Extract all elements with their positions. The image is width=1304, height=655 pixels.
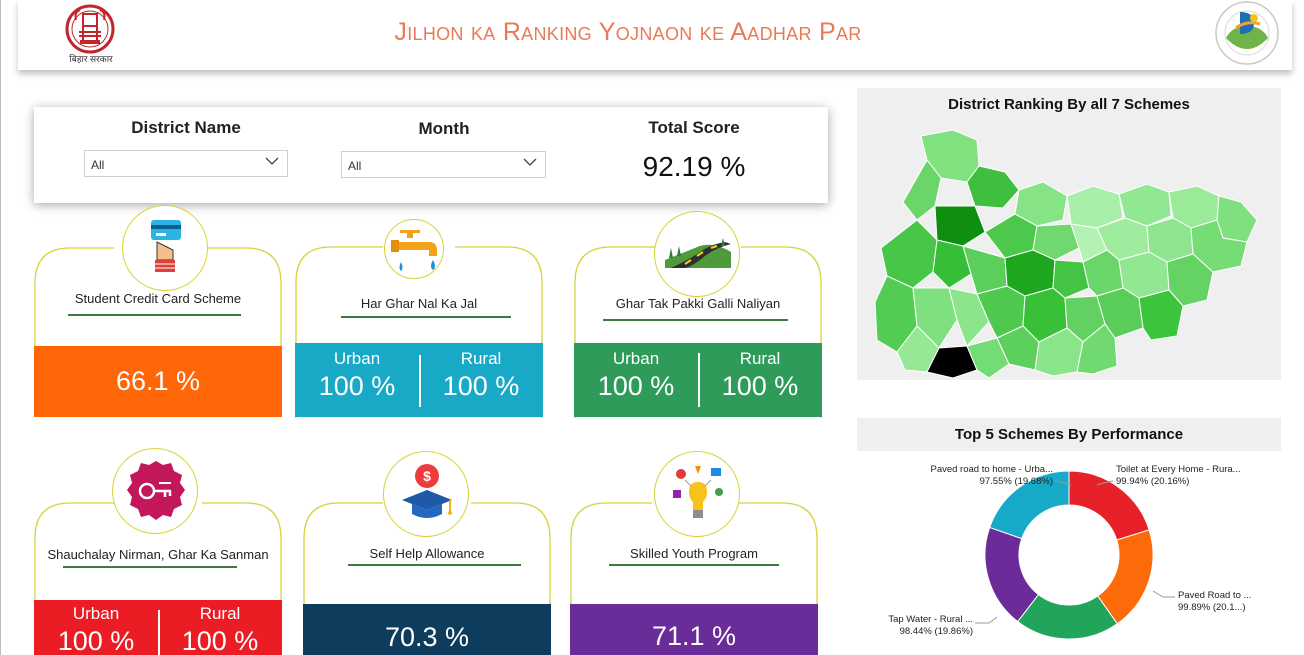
urban-value: 100 %	[318, 371, 396, 401]
emblem-caption: बिहार सरकार	[69, 54, 113, 64]
month-filter-label: Month	[418, 119, 470, 138]
card-title: Skilled Youth Program	[630, 546, 758, 561]
pie-label-name: Tap Water - Rural ...	[888, 614, 973, 625]
card-title: Har Ghar Nal Ka Jal	[360, 296, 478, 311]
district-map[interactable]	[857, 116, 1281, 380]
card-value: 70.3 %	[384, 622, 470, 652]
district-region	[962, 245, 1008, 295]
pie-label-detail: 98.44% (19.86%)	[899, 626, 973, 637]
total-score-label: Total Score	[648, 118, 740, 137]
district-filter-label: District Name	[131, 118, 241, 137]
pie-label-detail: 99.94% (20.16%)	[1116, 476, 1190, 487]
pie-label-name: Toilet at Every Home - Rura...	[1116, 464, 1241, 475]
month-dropdown-value: All	[348, 159, 362, 173]
urban-cell: Urban 100 %	[34, 604, 158, 655]
credit-card-icon	[122, 205, 208, 291]
urban-value: 100 %	[57, 626, 135, 655]
rural-cell: Rural 100 %	[698, 349, 822, 402]
district-region	[934, 205, 986, 247]
urban-label: Urban	[333, 349, 381, 368]
card-self-help[interactable]: $ Self Help Allowance 70.3 %	[303, 448, 551, 655]
value-band: Urban 100 % Rural 100 %	[34, 600, 282, 655]
urban-cell: Urban 100 %	[295, 349, 419, 402]
filters-card: District Name All Month All Total Score …	[34, 107, 828, 203]
card-pakki-galli[interactable]: Ghar Tak Pakki Galli Naliyan Urban 100 %…	[574, 211, 822, 418]
card-title: Shauchalay Nirman, Ghar Ka Sanman	[47, 547, 269, 562]
page-title: Jilhon ka Ranking Yojnaon ke Aadhar Par	[394, 18, 862, 46]
district-dropdown[interactable]: All	[84, 150, 288, 177]
card-value: 66.1 %	[115, 366, 201, 396]
rural-value: 100 %	[181, 626, 259, 655]
key-badge-icon	[112, 448, 198, 534]
dashboard: बिहार सरकार Jilhon ka Ranking Yojnaon ke…	[0, 0, 1304, 655]
total-score-value: 92.19 %	[642, 151, 746, 182]
value-band: 71.1 %	[570, 604, 818, 655]
map-title: District Ranking By all 7 Schemes	[948, 96, 1190, 113]
pie-panel: Paved road to home - Urba... 97.55% (19.…	[857, 451, 1281, 655]
left-border	[0, 0, 1, 655]
header-bar: बिहार सरकार Jilhon ka Ranking Yojnaon ke…	[18, 0, 1292, 70]
rural-cell: Rural 100 %	[419, 349, 543, 402]
urban-label: Urban	[72, 604, 120, 623]
title-underline	[348, 564, 521, 566]
district-dropdown-value: All	[91, 158, 105, 172]
svg-text:$: $	[423, 468, 431, 484]
pie-label-detail: 99.89% (20.1...)	[1178, 602, 1246, 613]
bihar-vikas-mission-logo	[1215, 1, 1279, 65]
rural-value: 100 %	[442, 371, 520, 401]
water-tap-icon	[384, 219, 444, 279]
pie-label-tap-water: Tap Water - Rural ... 98.44% (19.86%)	[871, 614, 973, 638]
title-underline	[63, 566, 237, 568]
pie-label-detail: 97.55% (19.68%)	[979, 476, 1053, 487]
rural-label: Rural	[460, 349, 502, 368]
card-student-credit[interactable]: Student Credit Card Scheme 66.1 %	[34, 205, 282, 417]
rural-cell: Rural 100 %	[158, 604, 282, 655]
title-underline	[603, 319, 788, 321]
urban-value: 100 %	[597, 371, 675, 401]
graduation-money-icon: $	[383, 451, 469, 537]
card-har-ghar-nal[interactable]: Har Ghar Nal Ka Jal Urban 100 % Rural 10…	[295, 219, 543, 418]
card-title: Ghar Tak Pakki Galli Naliyan	[615, 296, 781, 311]
rural-label: Rural	[739, 349, 781, 368]
month-dropdown[interactable]: All	[341, 151, 546, 178]
value-band: 66.1 %	[34, 346, 282, 417]
district-region	[1216, 195, 1258, 243]
card-title: Self Help Allowance	[369, 546, 485, 561]
rural-label: Rural	[199, 604, 241, 623]
rural-value: 100 %	[721, 371, 799, 401]
pie-label-paved-road: Paved Road to ... 99.89% (20.1...)	[1178, 590, 1278, 614]
pie-label-name: Paved road to home - Urba...	[930, 464, 1053, 475]
district-region	[966, 165, 1020, 209]
pie-title: Top 5 Schemes By Performance	[954, 426, 1184, 443]
value-band: Urban 100 % Rural 100 %	[295, 343, 543, 417]
lightbulb-skills-icon	[654, 451, 740, 537]
title-underline	[68, 314, 241, 316]
pie-label-paved-urban: Paved road to home - Urba... 97.55% (19.…	[873, 464, 1053, 488]
card-skilled-youth[interactable]: Skilled Youth Program 71.1 %	[570, 448, 818, 655]
value-band: Urban 100 % Rural 100 %	[574, 343, 822, 417]
pie-panel-header: Top 5 Schemes By Performance	[857, 418, 1281, 451]
card-title: Student Credit Card Scheme	[74, 291, 242, 306]
chevron-down-icon	[523, 158, 537, 166]
pie-label-toilet-rural: Toilet at Every Home - Rura... 99.94% (2…	[1116, 464, 1276, 488]
title-underline	[341, 316, 511, 318]
card-shauchalay[interactable]: Shauchalay Nirman, Ghar Ka Sanman Urban …	[34, 448, 282, 655]
chevron-down-icon	[265, 157, 279, 165]
urban-cell: Urban 100 %	[574, 349, 698, 402]
district-map-panel: District Ranking By all 7 Schemes	[857, 88, 1281, 380]
pie-label-name: Paved Road to ...	[1178, 590, 1252, 601]
title-underline	[609, 564, 779, 566]
urban-label: Urban	[612, 349, 660, 368]
card-value: 71.1 %	[651, 621, 737, 651]
road-icon	[654, 211, 740, 297]
value-band: 70.3 %	[303, 604, 551, 655]
